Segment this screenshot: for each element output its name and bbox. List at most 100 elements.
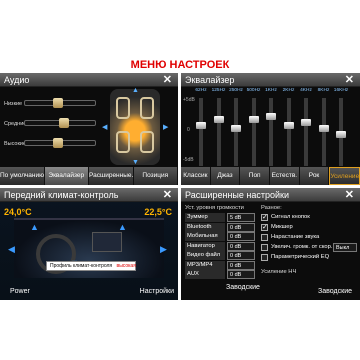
tab-default[interactable]: По умолчанию xyxy=(0,167,45,185)
misc-row-label: Нарастание звука xyxy=(271,234,320,240)
slider-knob[interactable] xyxy=(52,98,63,108)
volume-row-label: Bluetooth xyxy=(185,222,225,232)
band-frequency-label: 4KHz xyxy=(300,88,312,93)
equalizer-bands: 62Hz 125Hz 250Hz 500Hz 1KHz 2KHz 4KHz 8KHz 16KHz xyxy=(181,73,360,167)
misc-checkbox[interactable] xyxy=(261,254,268,261)
advanced-panel: Расширенные настройки ✕ Уст. уровня гром… xyxy=(181,188,360,300)
preset-pop[interactable]: Поп xyxy=(240,167,271,185)
temp-right[interactable]: 22,5°C xyxy=(144,207,172,217)
band-slider-track[interactable] xyxy=(216,98,221,166)
bass-slider[interactable] xyxy=(24,98,96,108)
seat-icon xyxy=(116,97,130,119)
arrow-left-icon[interactable]: ◀ xyxy=(102,123,107,131)
band-slider-track[interactable] xyxy=(304,98,308,166)
misc-checkbox[interactable] xyxy=(261,213,268,221)
close-icon[interactable]: ✕ xyxy=(163,73,172,87)
preset-jazz[interactable]: Джаз xyxy=(211,167,241,185)
misc-checkbox[interactable] xyxy=(261,234,268,241)
volume-row-select[interactable]: 5 dB xyxy=(227,213,255,222)
band-frequency-label: 1KHz xyxy=(265,88,277,93)
misc-checkbox[interactable] xyxy=(261,244,268,251)
band-slider-track[interactable] xyxy=(286,98,291,166)
band-slider-knob[interactable] xyxy=(336,131,346,138)
band-slider-knob[interactable] xyxy=(248,116,259,123)
arrow-down-icon[interactable]: ▼ xyxy=(132,159,139,166)
band-frequency-label: 62Hz xyxy=(195,88,207,93)
temp-left[interactable]: 24,0°C xyxy=(4,207,32,217)
advanced-factory-button[interactable]: Заводские xyxy=(318,288,352,295)
treble-slider[interactable] xyxy=(24,138,96,148)
arrow-right-icon[interactable]: ▶ xyxy=(163,123,168,131)
volume-row-select[interactable]: 0 dB xyxy=(227,241,255,251)
preset-boost[interactable]: Усиление ... xyxy=(329,167,360,185)
band-frequency-label: 8KHz xyxy=(317,88,330,93)
volume-row-select[interactable]: 0 dB xyxy=(227,270,255,279)
preset-classic[interactable]: Классик xyxy=(181,167,211,185)
volume-row-select[interactable]: 0 dB xyxy=(227,232,255,241)
preset-natural[interactable]: Естеств. xyxy=(270,167,300,185)
tab-equalizer[interactable]: Эквалайзер xyxy=(44,167,89,185)
band-slider-knob[interactable] xyxy=(231,125,241,132)
mid-slider[interactable] xyxy=(24,118,96,128)
misc-row-label: Параметрический EQ xyxy=(271,254,330,260)
advanced-header: Расширенные настройки ✕ xyxy=(181,188,360,202)
preset-rock[interactable]: Рок xyxy=(300,167,330,185)
scale-bottom-label: -5dB xyxy=(183,157,194,163)
scale-mid-label: 0 xyxy=(187,127,190,133)
seat-icon xyxy=(116,131,130,153)
band-slider-knob[interactable] xyxy=(301,119,311,126)
slider-knob[interactable] xyxy=(59,118,70,128)
climate-title: Передний климат-контроль xyxy=(4,190,119,200)
audio-panel: Аудио ✕ Низкие Средние Высокие ▲ ▼ ◀ ▶ П… xyxy=(0,73,178,185)
settings-menu-page: МЕНЮ НАСТРОЕК Аудио ✕ Низкие Средние Выс… xyxy=(0,0,360,360)
volume-row-select[interactable]: 0 dB xyxy=(227,260,255,270)
close-icon[interactable]: ✕ xyxy=(345,188,354,202)
volume-row-label: AUX xyxy=(185,270,225,279)
band-slider-track[interactable] xyxy=(251,98,256,166)
profile-label: Профиль климат-контроля xyxy=(50,263,113,269)
band-slider-knob[interactable] xyxy=(283,122,294,129)
tab-advanced[interactable]: Расширенные.. xyxy=(89,167,134,185)
band-slider-knob[interactable] xyxy=(196,122,206,129)
band-frequency-label: 250Hz xyxy=(229,88,243,93)
slider-knob[interactable] xyxy=(52,138,63,148)
band-slider-knob[interactable] xyxy=(266,113,276,120)
power-button[interactable]: Power xyxy=(10,288,30,295)
volume-row-label: Навигатор xyxy=(185,241,225,251)
band-frequency-label: 16KHz xyxy=(333,88,349,93)
menu-title: МЕНЮ НАСТРОЕК xyxy=(130,59,230,71)
volume-row-select[interactable]: 0 dB xyxy=(227,222,255,232)
misc-checkbox[interactable] xyxy=(261,223,268,231)
misc-row-label: Сигнал кнопок xyxy=(271,214,310,220)
band-slider-track[interactable] xyxy=(234,98,238,166)
misc-row-select[interactable]: Выкл xyxy=(333,243,357,252)
volume-row-select[interactable]: 0 dB xyxy=(227,251,255,260)
airflow-left-icon[interactable]: ◀ xyxy=(8,244,15,255)
climate-profile-popup[interactable]: Профиль климат-контроля высокая xyxy=(46,261,136,271)
airflow-up-icon[interactable]: ▲ xyxy=(30,222,39,232)
band-frequency-label: 2KHz xyxy=(282,88,295,93)
scale-top-label: +5dB xyxy=(183,97,195,103)
arrow-up-icon[interactable]: ▲ xyxy=(132,87,139,94)
display-screen xyxy=(92,232,122,252)
advanced-title: Расширенные настройки xyxy=(185,190,289,200)
climate-settings-button[interactable]: Настройки xyxy=(140,288,174,295)
band-slider-track[interactable] xyxy=(321,98,326,166)
subwoofer-label: Усиление НЧ xyxy=(261,269,297,275)
mid-label: Средние xyxy=(4,121,27,127)
band-slider-knob[interactable] xyxy=(318,125,329,132)
band-frequency-label: 500Hz xyxy=(246,88,261,93)
close-icon[interactable]: ✕ xyxy=(163,188,172,202)
band-slider-knob[interactable] xyxy=(213,116,224,123)
car-seats-image[interactable] xyxy=(110,89,160,165)
airflow-right-icon[interactable]: ▶ xyxy=(160,244,167,255)
volume-row-label: MP3/MP4 xyxy=(185,260,225,270)
factory-reset-button[interactable]: Заводские xyxy=(226,284,260,291)
band-slider-track[interactable] xyxy=(199,98,203,166)
band-slider-track[interactable] xyxy=(269,98,273,166)
equalizer-panel: Эквалайзер ✕ 62Hz 125Hz 250Hz 500Hz 1KHz 2KHz… xyxy=(181,73,360,185)
audio-header: Аудио ✕ xyxy=(0,73,178,87)
airflow-up-icon[interactable]: ▲ xyxy=(118,222,127,232)
tab-position[interactable]: Позиция xyxy=(134,167,178,185)
volume-row-label: Мобильная медиа xyxy=(185,232,225,248)
